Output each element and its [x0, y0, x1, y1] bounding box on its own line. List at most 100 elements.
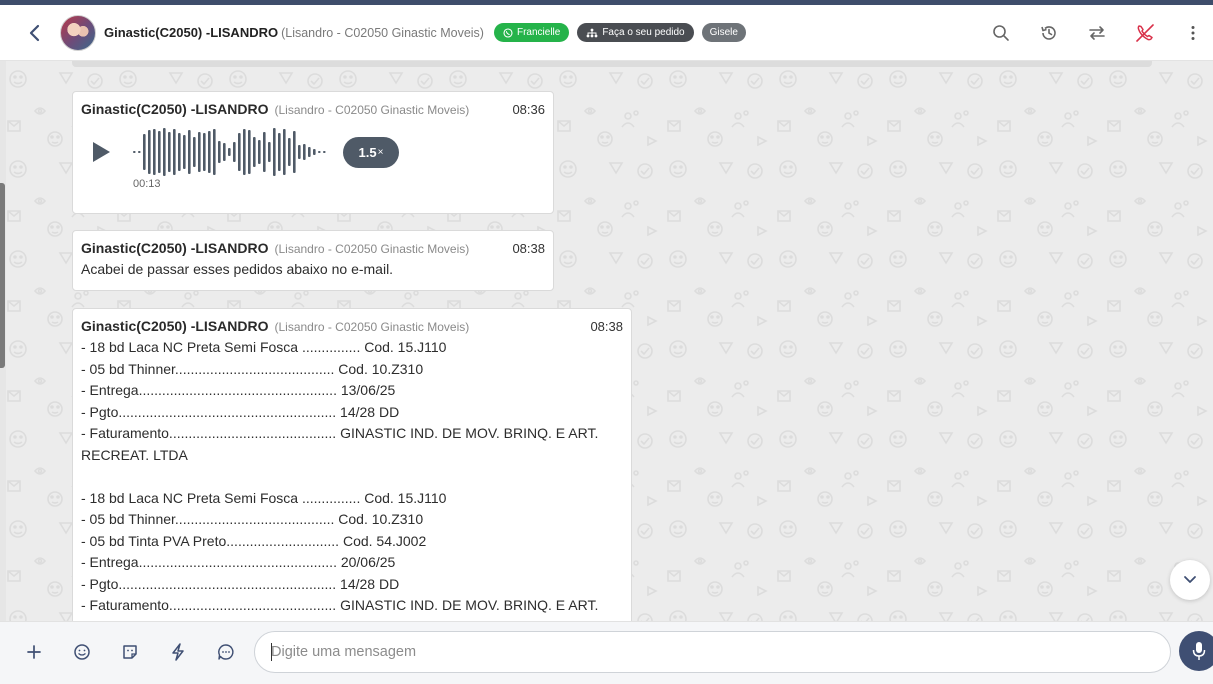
waveform-bar [273, 128, 276, 176]
playback-speed-button[interactable]: 1.5 × [343, 136, 399, 168]
waveform-bar [233, 142, 236, 162]
waveform-bar [153, 129, 156, 175]
waveform-bar [143, 134, 146, 170]
waveform-bar [298, 145, 301, 159]
contact-subtitle: (Lisandro - C02050 Ginastic Moveis) [281, 25, 484, 40]
previous-message-edge [72, 61, 1152, 67]
waveform-bar [163, 128, 166, 176]
message-composer [0, 621, 1213, 684]
waveform-bar [138, 151, 141, 153]
quick-reply-icon [218, 644, 234, 660]
message-sender-sub: (Lisandro - C02050 Ginastic Moveis) [274, 320, 470, 334]
sticker-button[interactable] [118, 640, 142, 664]
whatsapp-icon [503, 27, 513, 38]
waveform-bar [198, 132, 201, 172]
message-time: 08:38 [590, 319, 623, 334]
play-button[interactable] [87, 138, 115, 166]
waveform-bar [268, 142, 271, 162]
transfer-button[interactable] [1085, 21, 1109, 45]
message-sender: Ginastic(C2050) -LISANDRO [81, 240, 269, 256]
waveform-bar [228, 148, 231, 156]
waveform-bar [208, 131, 211, 173]
transfer-icon [1089, 26, 1105, 40]
message-bubble-order: Ginastic(C2050) -LISANDRO (Lisandro - C0… [72, 308, 632, 621]
audio-duration: 00:13 [133, 178, 161, 190]
tag-queue-label: Faça o seu pedido [602, 27, 685, 38]
contact-name[interactable]: Ginastic(C2050) -LISANDRO [104, 25, 278, 40]
waveform-bar [318, 151, 321, 153]
waveform-bar [288, 138, 291, 166]
more-options-button[interactable] [1181, 21, 1205, 45]
waveform-bar [278, 133, 281, 171]
waveform-bar [323, 151, 326, 153]
contact-avatar[interactable] [60, 14, 96, 51]
microphone-icon [1192, 642, 1206, 660]
plus-icon [27, 645, 41, 659]
search-button[interactable] [989, 21, 1013, 45]
more-vertical-icon [1191, 26, 1195, 40]
waveform-bar [243, 129, 246, 175]
audio-waveform[interactable] [131, 127, 331, 177]
history-button[interactable] [1037, 21, 1061, 45]
message-bubble-text: Ginastic(C2050) -LISANDRO (Lisandro - C0… [72, 230, 554, 291]
scroll-to-bottom-button[interactable] [1170, 560, 1210, 600]
chevron-left-icon [29, 24, 40, 41]
emoji-icon [74, 644, 90, 660]
chat-messages-area[interactable]: Ginastic(C2050) -LISANDRO (Lisandro - C0… [0, 61, 1213, 621]
end-call-button[interactable] [1133, 21, 1157, 45]
header-actions [965, 5, 1213, 61]
history-icon [1041, 26, 1056, 40]
waveform-bar [253, 137, 256, 167]
tag-connection[interactable]: Francielle [493, 23, 570, 42]
end-call-icon [1136, 24, 1154, 42]
waveform-bar [293, 131, 296, 173]
waveform-bar [303, 144, 306, 160]
message-sender-sub: (Lisandro - C02050 Ginastic Moveis) [274, 103, 470, 117]
play-icon [93, 142, 110, 162]
waveform-bar [313, 149, 316, 155]
waveform-bar [148, 130, 151, 174]
message-sender: Ginastic(C2050) -LISANDRO [81, 318, 269, 334]
quick-reply-button[interactable] [214, 640, 238, 664]
waveform-bar [178, 133, 181, 171]
audio-player: 1.5 × [81, 127, 545, 177]
waveform-bar [213, 129, 216, 175]
waveform-bar [263, 132, 266, 172]
back-button[interactable] [22, 20, 48, 46]
waveform-bar [223, 143, 226, 161]
waveform-bar [193, 137, 196, 167]
message-input[interactable] [254, 631, 1171, 673]
sticker-icon [123, 645, 137, 659]
waveform-bar [168, 132, 171, 172]
lightning-icon [172, 643, 184, 661]
quick-actions-button[interactable] [166, 640, 190, 664]
left-scroll-thumb[interactable] [0, 183, 5, 368]
waveform-bar [203, 133, 206, 171]
sitemap-icon [586, 28, 598, 37]
tag-queue[interactable]: Faça o seu pedido [577, 23, 694, 42]
tag-user[interactable]: Gisele [701, 23, 746, 42]
waveform-bar [158, 131, 161, 173]
message-sender-sub: (Lisandro - C02050 Ginastic Moveis) [274, 242, 470, 256]
message-time: 08:36 [512, 102, 545, 117]
chevron-down-icon [1184, 576, 1196, 583]
waveform-bar [173, 129, 176, 175]
speed-value: 1.5 [358, 144, 377, 160]
message-bubble-audio: Ginastic(C2050) -LISANDRO (Lisandro - C0… [72, 91, 554, 214]
message-header: Ginastic(C2050) -LISANDRO (Lisandro - C0… [81, 240, 545, 256]
waveform-bar [133, 151, 136, 153]
waveform-bar [308, 147, 311, 157]
waveform-bar [188, 130, 191, 174]
search-icon [993, 25, 1009, 41]
waveform-bar [183, 135, 186, 169]
attach-button[interactable] [22, 640, 46, 664]
text-cursor [271, 643, 272, 661]
emoji-button[interactable] [70, 640, 94, 664]
message-time: 08:38 [512, 241, 545, 256]
waveform-bar [238, 133, 241, 171]
message-header: Ginastic(C2050) -LISANDRO (Lisandro - C0… [81, 101, 545, 117]
record-audio-button[interactable] [1179, 631, 1213, 671]
tag-user-label: Gisele [709, 27, 738, 38]
waveform-bar [283, 129, 286, 175]
speed-suffix: × [377, 146, 384, 158]
